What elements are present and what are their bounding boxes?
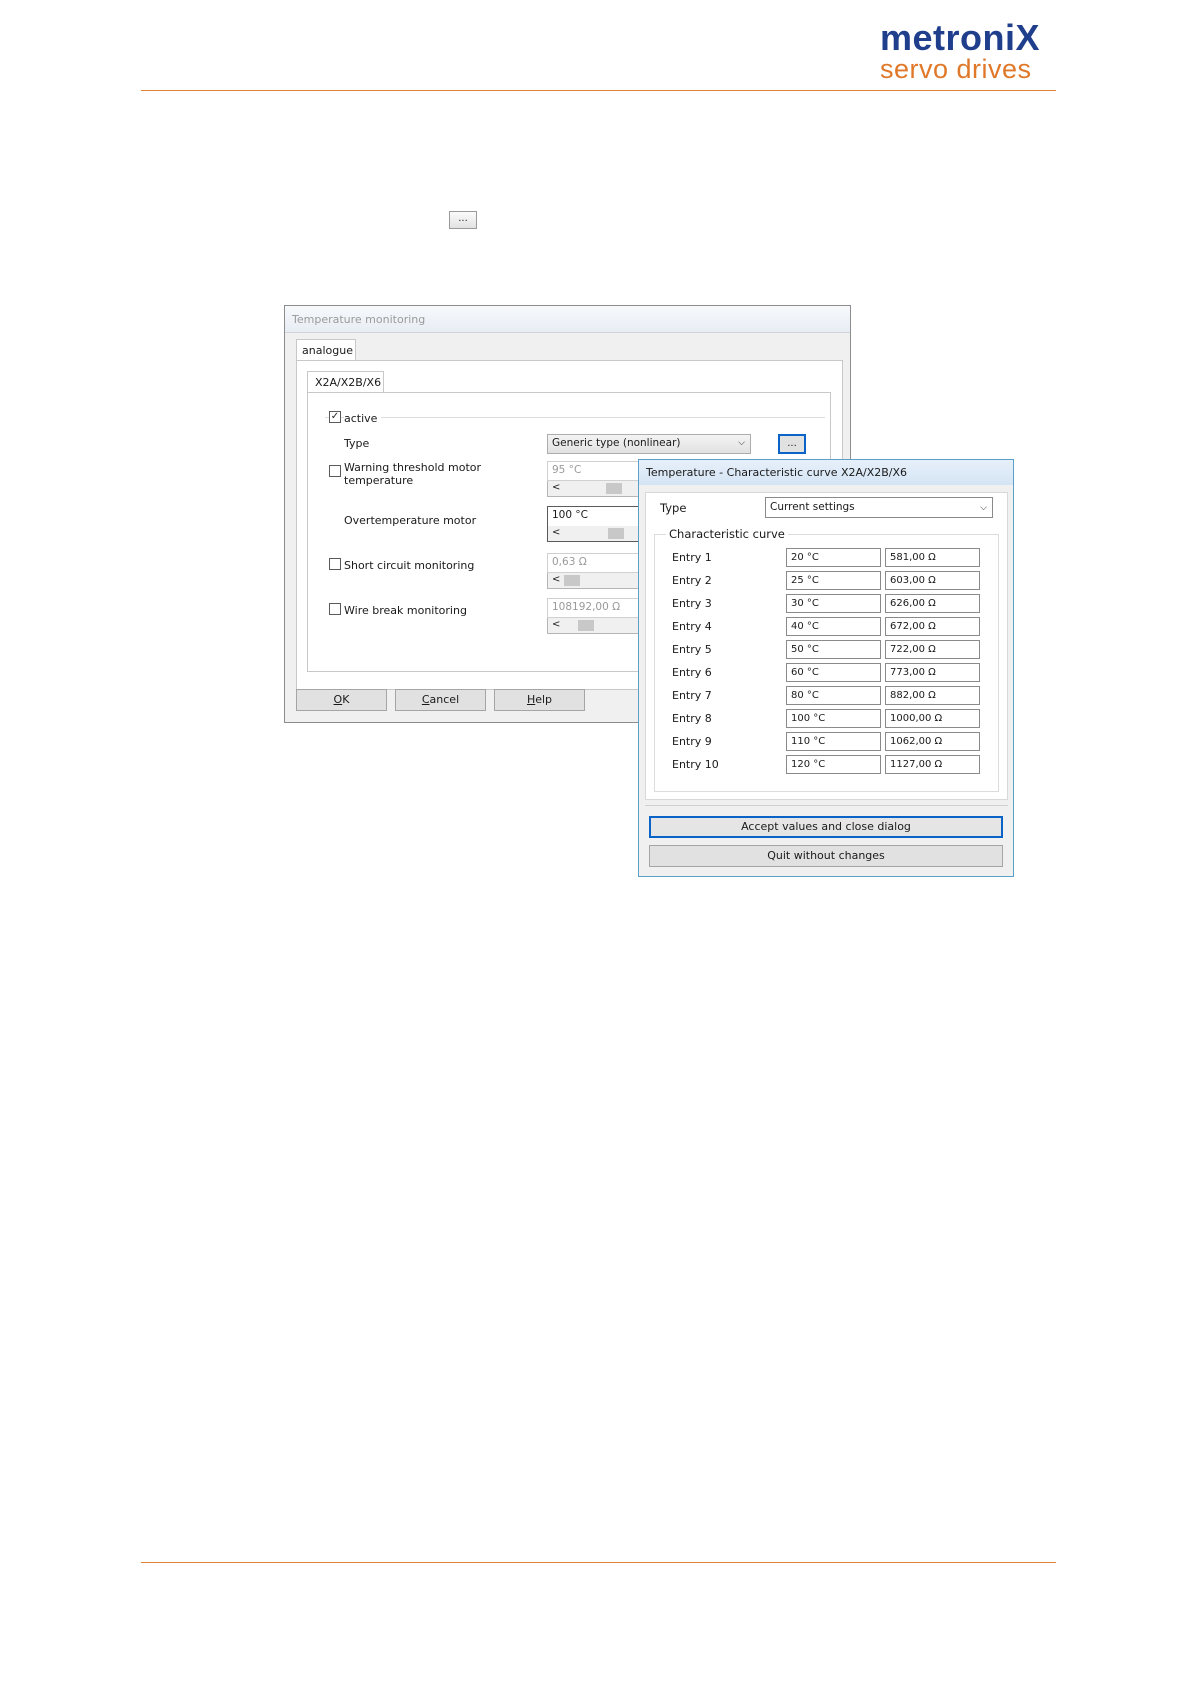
entry-temperature-field[interactable]: 25 °C <box>786 571 881 590</box>
entry-label: Entry 6 <box>672 666 712 679</box>
slider-thumb[interactable] <box>564 575 580 586</box>
curve-dialog-title: Temperature - Characteristic curve X2A/X… <box>639 460 1013 485</box>
short-circuit-checkbox[interactable] <box>329 558 341 570</box>
wire-break-value-field[interactable]: 108192,00 Ω <box>547 598 642 618</box>
entry-temperature-field[interactable]: 60 °C <box>786 663 881 682</box>
warning-slider[interactable]: < <box>547 481 642 497</box>
short-circuit-slider[interactable]: < <box>547 573 642 589</box>
entry-label: Entry 1 <box>672 551 712 564</box>
scroll-left-icon: < <box>552 619 561 630</box>
overtemp-value-field[interactable]: 100 °C <box>547 506 642 526</box>
cancel-mnemonic: C <box>421 693 430 706</box>
tab-analogue[interactable]: analogue <box>296 339 356 361</box>
warning-label-line2: temperature <box>344 474 414 487</box>
group-divider <box>325 417 825 418</box>
slider-thumb[interactable] <box>606 483 622 494</box>
warning-checkbox[interactable] <box>329 465 341 477</box>
entry-label: Entry 2 <box>672 574 712 587</box>
type-dropdown-value: Generic type (nonlinear) <box>552 437 681 449</box>
scroll-left-icon: < <box>552 482 561 493</box>
type-label: Type <box>344 437 370 450</box>
entry-resistance-field[interactable]: 581,00 Ω <box>885 548 980 567</box>
scroll-left-icon: < <box>552 527 561 538</box>
logo-tagline: servo drives <box>880 54 1032 84</box>
dialog-title: Temperature monitoring <box>285 306 850 333</box>
accept-values-button[interactable]: Accept values and close dialog <box>649 816 1003 838</box>
curve-type-value: Current settings <box>770 501 855 513</box>
entry-temperature-field[interactable]: 120 °C <box>786 755 881 774</box>
footer-divider-line <box>141 1562 1056 1563</box>
entry-resistance-field[interactable]: 722,00 Ω <box>885 640 980 659</box>
chevron-down-icon: ⌵ <box>738 438 745 448</box>
wire-break-slider[interactable]: < <box>547 618 642 634</box>
help-button[interactable]: Help <box>494 689 585 711</box>
overtemp-slider[interactable]: < <box>547 526 642 542</box>
characteristic-curve-dialog: Temperature - Characteristic curve X2A/X… <box>638 459 1014 877</box>
entry-label: Entry 7 <box>672 689 712 702</box>
curve-type-label: Type <box>660 501 687 515</box>
help-mnemonic: H <box>526 693 536 706</box>
inline-ellipsis-button: ... <box>449 211 477 229</box>
entry-resistance-field[interactable]: 773,00 Ω <box>885 663 980 682</box>
entry-label: Entry 10 <box>672 758 719 771</box>
short-circuit-value-field[interactable]: 0,63 Ω <box>547 553 642 573</box>
entry-label: Entry 5 <box>672 643 712 656</box>
entry-label: Entry 9 <box>672 735 712 748</box>
ok-button[interactable]: OK <box>296 689 387 711</box>
characteristic-curve-label: Characteristic curve <box>666 528 788 541</box>
scroll-left-icon: < <box>552 574 561 585</box>
entry-label: Entry 8 <box>672 712 712 725</box>
help-label: elp <box>535 693 553 706</box>
quit-without-changes-button[interactable]: Quit without changes <box>649 845 1003 867</box>
warning-value-field[interactable]: 95 °C <box>547 461 642 481</box>
slider-thumb[interactable] <box>608 528 624 539</box>
type-dropdown[interactable]: Generic type (nonlinear) ⌵ <box>547 434 751 454</box>
entry-resistance-field[interactable]: 626,00 Ω <box>885 594 980 613</box>
entry-resistance-field[interactable]: 1000,00 Ω <box>885 709 980 728</box>
entry-temperature-field[interactable]: 100 °C <box>786 709 881 728</box>
entry-temperature-field[interactable]: 20 °C <box>786 548 881 567</box>
entry-temperature-field[interactable]: 40 °C <box>786 617 881 636</box>
footer-divider <box>645 805 1008 806</box>
entry-resistance-field[interactable]: 882,00 Ω <box>885 686 980 705</box>
ok-mnemonic: O <box>333 693 343 706</box>
curve-type-dropdown[interactable]: Current settings ⌵ <box>765 497 993 518</box>
ok-label: K <box>342 693 350 706</box>
entry-label: Entry 3 <box>672 597 712 610</box>
entry-resistance-field[interactable]: 672,00 Ω <box>885 617 980 636</box>
short-circuit-label: Short circuit monitoring <box>344 559 475 572</box>
overtemp-label: Overtemperature motor <box>344 514 477 527</box>
tab-x2a-x2b-x6[interactable]: X2A/X2B/X6 <box>307 371 384 393</box>
entry-resistance-field[interactable]: 1062,00 Ω <box>885 732 980 751</box>
chevron-down-icon: ⌵ <box>980 503 987 513</box>
logo-metronix: metroniX <box>880 17 1041 58</box>
entry-resistance-field[interactable]: 1127,00 Ω <box>885 755 980 774</box>
entry-temperature-field[interactable]: 30 °C <box>786 594 881 613</box>
wire-break-label: Wire break monitoring <box>344 604 467 617</box>
cancel-label: ancel <box>429 693 460 706</box>
entry-temperature-field[interactable]: 110 °C <box>786 732 881 751</box>
header-divider <box>141 90 1056 91</box>
active-checkbox[interactable]: ✓ <box>329 411 341 423</box>
slider-thumb[interactable] <box>578 620 594 631</box>
active-label: active <box>344 412 382 425</box>
type-ellipsis-button[interactable]: ... <box>778 434 806 454</box>
cancel-button[interactable]: Cancel <box>395 689 486 711</box>
entry-label: Entry 4 <box>672 620 712 633</box>
entry-temperature-field[interactable]: 80 °C <box>786 686 881 705</box>
wire-break-checkbox[interactable] <box>329 603 341 615</box>
warning-label-line1: Warning threshold motor <box>344 461 482 474</box>
entry-temperature-field[interactable]: 50 °C <box>786 640 881 659</box>
entry-resistance-field[interactable]: 603,00 Ω <box>885 571 980 590</box>
